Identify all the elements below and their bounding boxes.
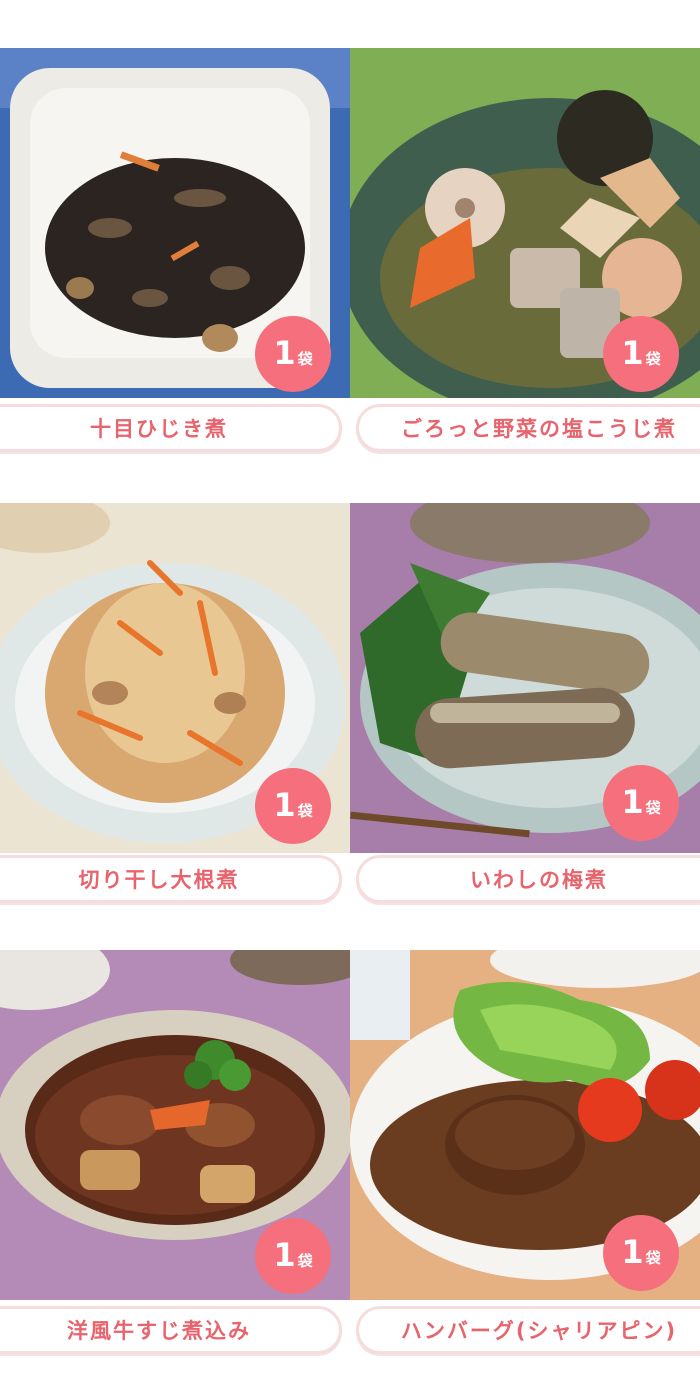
quantity-badge: 1 袋: [255, 768, 331, 844]
item-name: 十目ひじき煮: [90, 417, 228, 441]
quantity-number: 1: [621, 334, 644, 372]
quantity-badge: 1 袋: [255, 1218, 331, 1294]
quantity-badge: 1 袋: [255, 316, 331, 392]
quantity-unit: 袋: [645, 350, 661, 368]
quantity-unit: 袋: [297, 802, 313, 820]
quantity-unit: 袋: [645, 1249, 661, 1267]
item-name-label: ハンバーグ(シャリアピン): [356, 1306, 700, 1354]
item-name-label: ごろっと野菜の塩こうじ煮: [356, 404, 700, 452]
item-name: 洋風牛すじ煮込み: [67, 1319, 251, 1343]
quantity-number: 1: [621, 1233, 644, 1271]
quantity-number: 1: [273, 1236, 296, 1274]
item-name-label: いわしの梅煮: [356, 855, 700, 903]
item-name-label: 洋風牛すじ煮込み: [0, 1306, 342, 1354]
item-name: ハンバーグ(シャリアピン): [400, 1319, 678, 1343]
item-name: 切り干し大根煮: [78, 868, 240, 892]
item-name-label: 切り干し大根煮: [0, 855, 342, 903]
quantity-number: 1: [273, 786, 296, 824]
quantity-badge: 1 袋: [603, 765, 679, 841]
quantity-unit: 袋: [297, 1252, 313, 1270]
item-name-label: 十目ひじき煮: [0, 404, 342, 452]
quantity-unit: 袋: [297, 350, 313, 368]
item-name: ごろっと野菜の塩こうじ煮: [401, 417, 677, 441]
item-name: いわしの梅煮: [470, 868, 608, 892]
quantity-number: 1: [273, 334, 296, 372]
quantity-badge: 1 袋: [603, 316, 679, 392]
quantity-number: 1: [621, 783, 644, 821]
quantity-unit: 袋: [645, 799, 661, 817]
quantity-badge: 1 袋: [603, 1215, 679, 1291]
